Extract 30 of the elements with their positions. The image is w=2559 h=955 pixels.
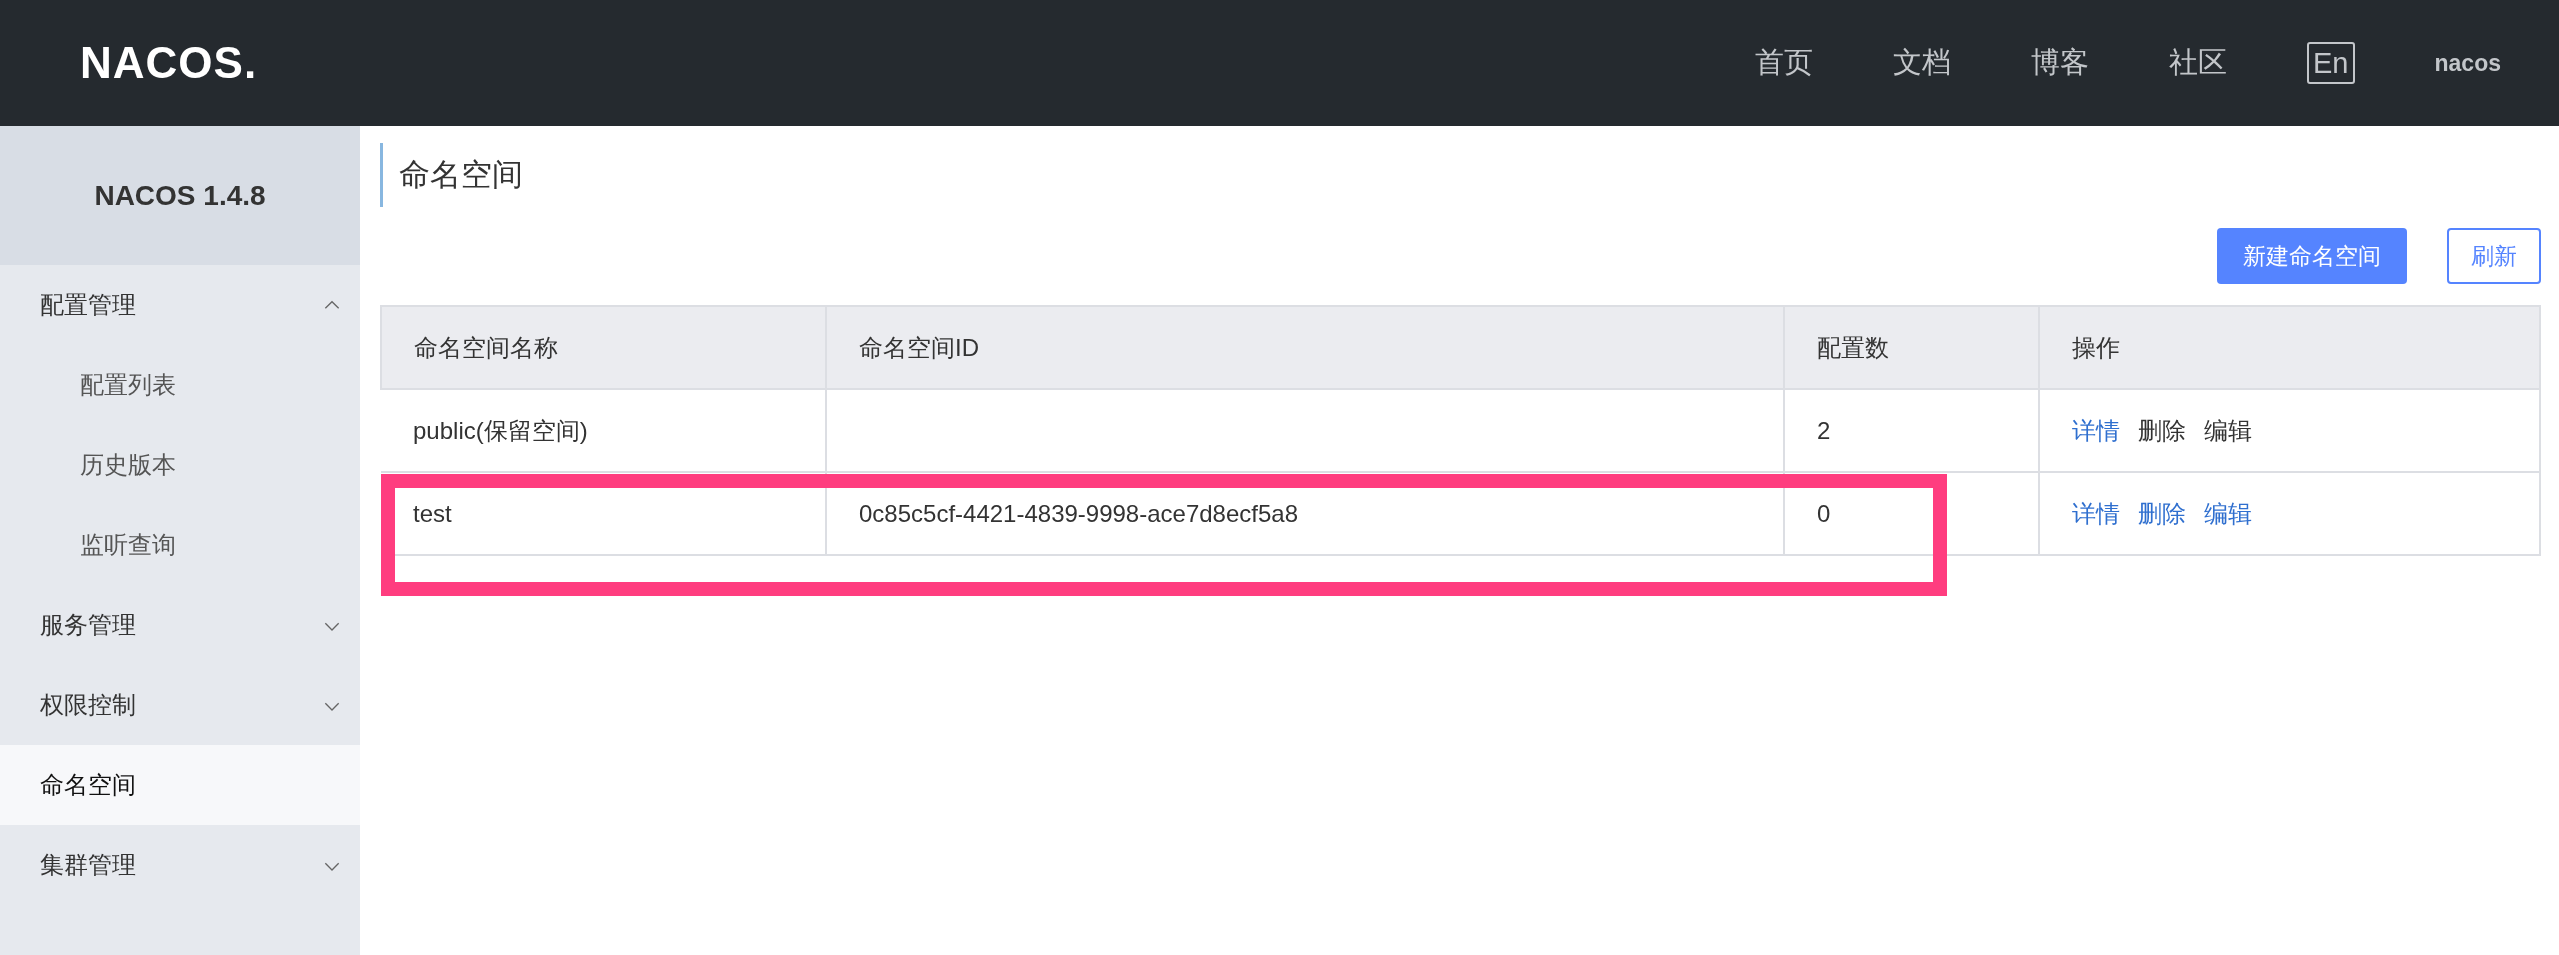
sidebar-item[interactable]: 配置管理: [0, 265, 360, 345]
sidebar-item[interactable]: 命名空间: [0, 745, 360, 825]
sidebar-item[interactable]: 服务管理: [0, 585, 360, 665]
table-cell: 0: [1817, 499, 1831, 527]
table-cell: 0c85c5cf-4421-4839-9998-ace7d8ecf5a8: [859, 499, 1298, 527]
sidebar-item[interactable]: 集群管理: [0, 825, 360, 905]
language-button[interactable]: En: [2307, 41, 2355, 85]
sidebar-item[interactable]: 配置列表: [0, 345, 360, 425]
user-name[interactable]: nacos: [2434, 49, 2501, 77]
column-header: 命名空间ID: [826, 306, 1784, 389]
column-header: 配置数: [1784, 306, 2039, 389]
column-header: 操作: [2039, 306, 2540, 389]
table-cell: 2: [1817, 416, 1831, 444]
page-title: 命名空间: [399, 156, 523, 194]
nacos-logo[interactable]: NACOS.: [80, 38, 258, 88]
version-label: NACOS 1.4.8: [94, 179, 266, 212]
table-cell: public(保留空间): [413, 416, 588, 444]
sidebar-item[interactable]: 监听查询: [0, 505, 360, 585]
nav-link[interactable]: 文档: [1893, 43, 1952, 83]
nav-link[interactable]: 首页: [1755, 43, 1814, 83]
action-link[interactable]: 编辑: [2204, 499, 2252, 527]
sidebar-item[interactable]: 权限控制: [0, 665, 360, 745]
nav-link[interactable]: 博客: [2031, 43, 2090, 83]
nav-link[interactable]: 社区: [2169, 43, 2228, 83]
action-link[interactable]: 详情: [2072, 416, 2120, 444]
column-header: 命名空间名称: [381, 306, 826, 389]
sidebar-item[interactable]: 历史版本: [0, 425, 360, 505]
action-link[interactable]: 详情: [2072, 499, 2120, 527]
table-cell: test: [413, 499, 452, 527]
action-link[interactable]: 删除: [2138, 499, 2186, 527]
